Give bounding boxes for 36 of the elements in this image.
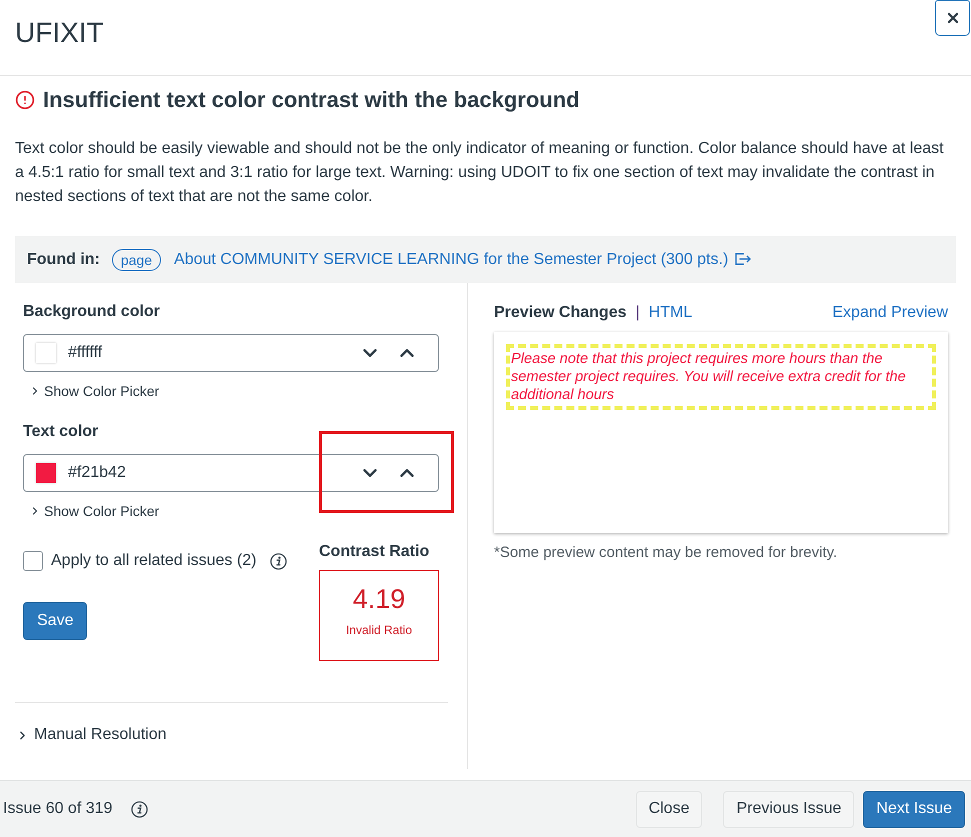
footer-button[interactable]: Next Issue [863, 790, 965, 828]
color-input[interactable]: #ffffff [23, 334, 439, 372]
expand-preview-link[interactable]: Expand Preview [832, 304, 948, 322]
color-value: #f21b42 [68, 463, 126, 483]
color-input[interactable]: #f21b42 [23, 454, 439, 492]
highlighted-preview-text: Please note that this project requires more hours than the semester project requires. You will receive extra credit for the additional hours [506, 344, 936, 410]
checkbox-label[interactable]: Apply to all related issues (2) [51, 551, 256, 571]
contrast-status: Invalid Ratio [346, 623, 412, 637]
field-label: Text color [23, 423, 100, 441]
info-icon[interactable] [131, 800, 148, 818]
issue-title: Insufficient text color contrast with the background [43, 87, 580, 113]
color-value: #ffffff [68, 343, 102, 363]
footer-button[interactable]: Close [636, 790, 702, 828]
preview-tab[interactable]: Preview Changes [494, 304, 626, 322]
issue-description: Text color should be easily viewable and should not be the only indicator of meaning or function. Color balance should have at least a 4.5:1 ratio for small text and 3:1 ratio for large text. Warning: using UDOIT to fix one section of text may invalidate the contrast in nested sections of text that are not the same color. [15, 139, 945, 207]
tab-separator: | [636, 304, 640, 322]
color-picker-toggle[interactable]: Show Color Picker [23, 383, 160, 399]
issue-counter: Issue 60 of 319 [3, 799, 112, 819]
page-link[interactable]: About COMMUNITY SERVICE LEARNING for the Semester Project (300 pts.) [174, 248, 752, 272]
field-label: Background color [23, 303, 161, 321]
contrast-heading: Contrast Ratio [319, 543, 430, 561]
manual-resolution-toggle[interactable]: Manual Resolution [16, 725, 439, 745]
alert-icon [15, 90, 35, 110]
preview-tab[interactable]: HTML [648, 304, 692, 322]
window-title: UFIXIT [15, 17, 104, 49]
close-button[interactable] [935, 0, 970, 36]
found-in-label: Found in: [27, 250, 100, 270]
footer-button[interactable]: Previous Issue [723, 790, 854, 828]
contrast-value: 4.19 [352, 583, 406, 615]
preview-note: *Some preview content may be removed for brevity. [494, 544, 838, 562]
color-picker-toggle[interactable]: Show Color Picker [23, 503, 160, 519]
external-link-icon[interactable] [734, 252, 752, 266]
save-button[interactable]: Save [23, 602, 88, 640]
info-icon[interactable] [270, 552, 288, 570]
page-type-badge: page [112, 248, 162, 270]
checkbox[interactable] [23, 551, 43, 571]
